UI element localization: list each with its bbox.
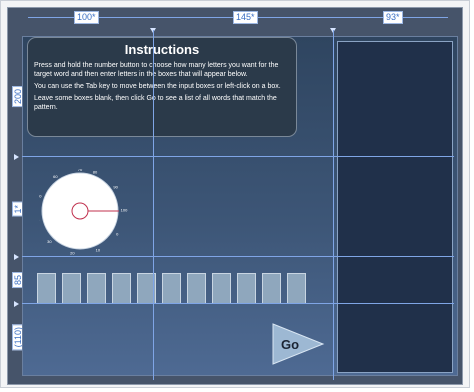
row-guide-3 (22, 303, 454, 304)
column-width-label-2[interactable]: 145* (233, 11, 258, 24)
instructions-paragraph-3: Leave some boxes blank, then click Go to… (34, 95, 277, 111)
dial-tick-label: 10 (96, 247, 101, 252)
dial-tick-label: 80 (93, 170, 98, 175)
layout-grid: Instructions Press and hold the number b… (22, 36, 458, 376)
dial-tick-label: 0 (116, 231, 119, 236)
dial-tick-label: 60 (53, 174, 58, 179)
letter-count-dial[interactable]: 80 90 100 0 10 20 30 40 50 60 70 (39, 169, 139, 259)
dial-tick-label: 50 (39, 193, 42, 198)
letter-input-box[interactable] (262, 273, 281, 304)
dial-tick-label: 90 (113, 184, 118, 189)
row-guide-2 (22, 256, 454, 257)
instructions-title: Instructions (124, 42, 200, 57)
row-splitter-marker-3[interactable] (14, 301, 19, 307)
letter-input-box[interactable] (112, 273, 131, 304)
column-guide-2 (333, 30, 334, 380)
row-guide-1 (22, 156, 454, 157)
letter-input-box[interactable] (237, 273, 256, 304)
letter-input-box[interactable] (187, 273, 206, 304)
go-button-label: Go (281, 337, 299, 352)
design-surface: 100* 145* 93* 200 1* 85 (110) Instructio… (7, 7, 463, 385)
dial-tick-label: 40 (39, 218, 40, 223)
column-guide-1 (153, 30, 154, 380)
letter-input-box[interactable] (37, 273, 56, 304)
column-width-label-1[interactable]: 100* (74, 11, 99, 24)
right-column-panel (337, 41, 453, 373)
instructions-panel: Instructions Press and hold the number b… (27, 37, 297, 137)
letter-input-box[interactable] (62, 273, 81, 304)
dial-tick-label: 70 (78, 169, 83, 172)
letter-input-box[interactable] (212, 273, 231, 304)
go-button[interactable]: Go (271, 322, 325, 366)
dial-tick-label: 20 (70, 250, 75, 255)
letter-input-box[interactable] (87, 273, 106, 304)
column-width-label-3[interactable]: 93* (383, 11, 403, 24)
dial-tick-label: 30 (47, 239, 52, 244)
letter-input-box[interactable] (287, 273, 306, 304)
instructions-paragraph-2: You can use the Tab key to move between … (34, 83, 281, 90)
dial-tick-label: 100 (121, 208, 128, 213)
row-splitter-marker-2[interactable] (14, 254, 19, 260)
row-splitter-marker-1[interactable] (14, 154, 19, 160)
designer-frame: 100* 145* 93* 200 1* 85 (110) Instructio… (0, 0, 470, 388)
letter-input-box[interactable] (162, 273, 181, 304)
instructions-paragraph-1: Press and hold the number button to choo… (34, 62, 279, 78)
